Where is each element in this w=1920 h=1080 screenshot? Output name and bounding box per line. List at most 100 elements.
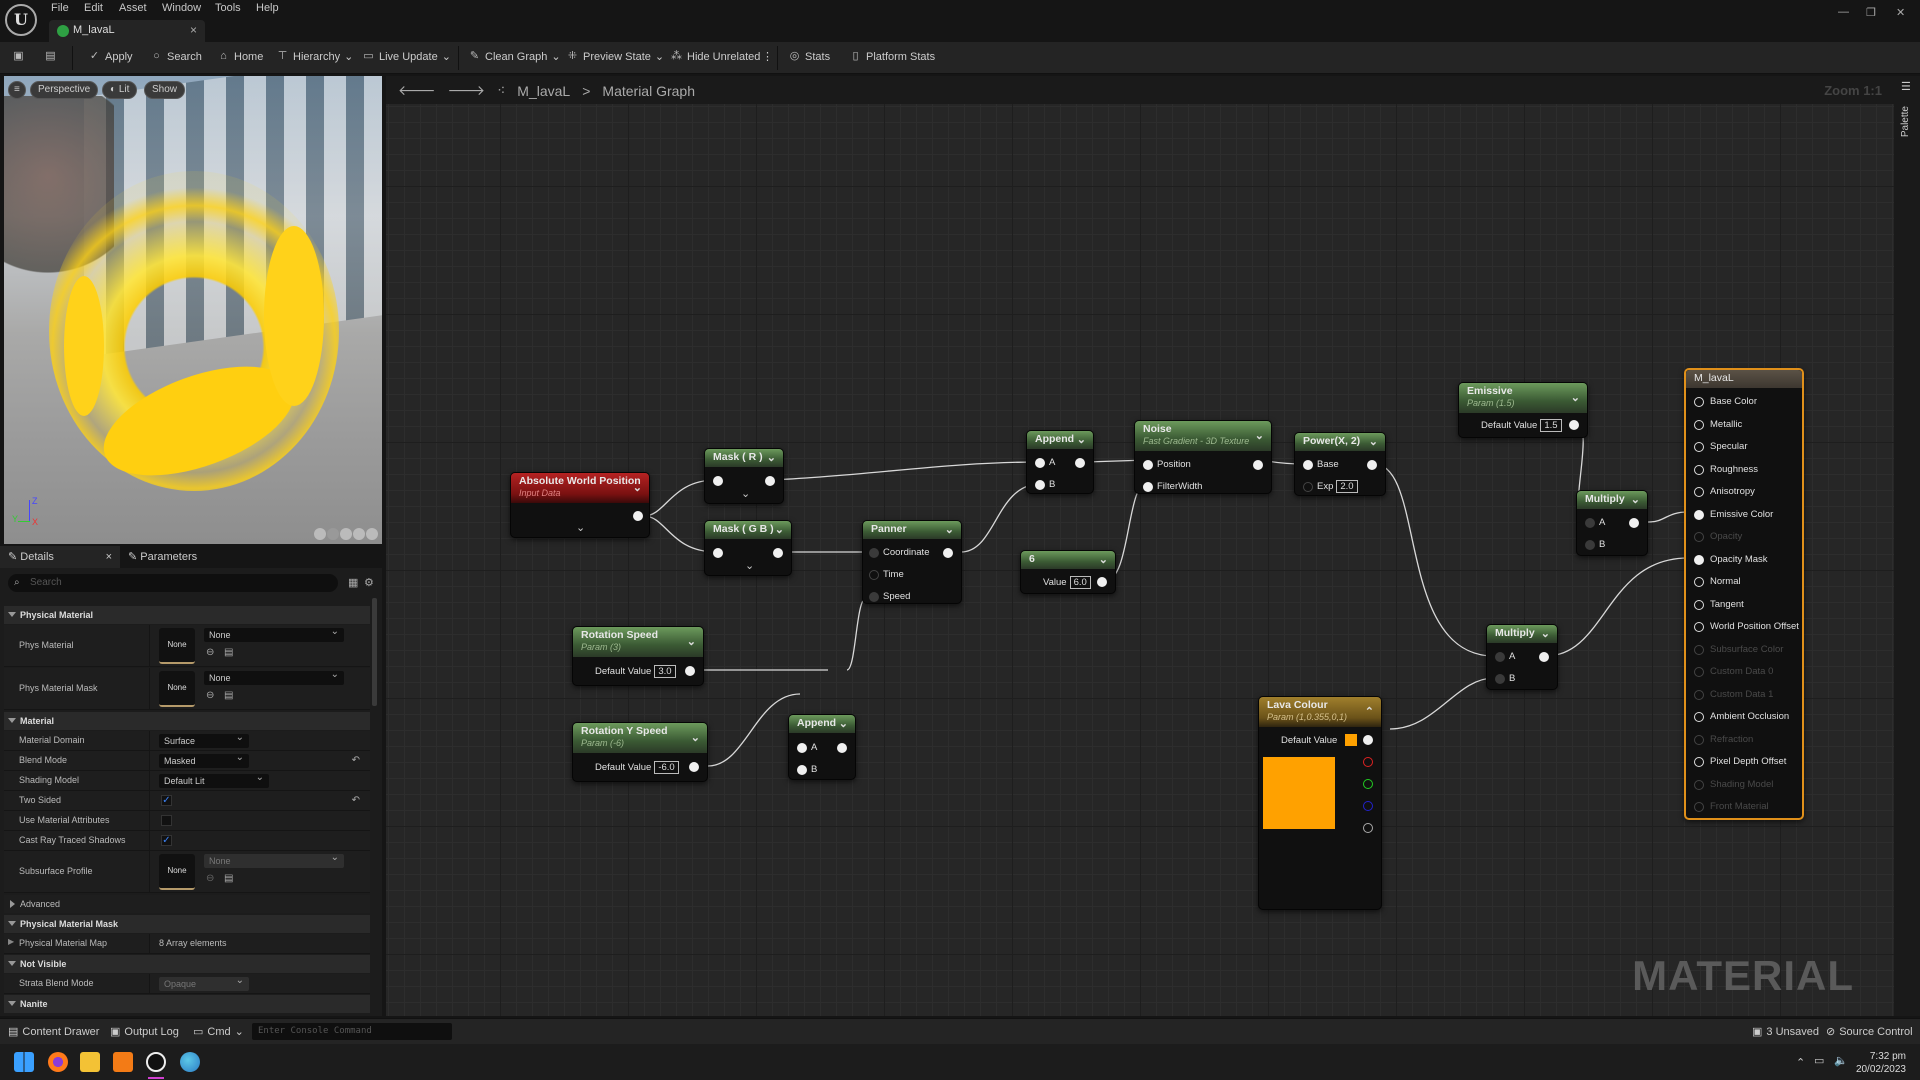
input-pin-a[interactable] [797,743,807,753]
output-pin[interactable] [1539,652,1549,662]
node-power[interactable]: Power(X, 2) ⌄ Base Exp 2.0 [1294,432,1386,496]
node-material-output[interactable]: M_lavaL Base Color Metallic Specular Roughn… [1684,368,1804,820]
input-pin[interactable] [1694,397,1704,407]
two-sided-checkbox[interactable]: ✓ [161,795,172,806]
chevron-down-icon[interactable]: ⌄ [945,523,954,536]
node-lava-colour[interactable]: Lava Colour Param (1,0.355,0,1) ⌃ Defaul… [1258,696,1382,910]
chevron-down-icon[interactable]: ⌄ [633,481,642,494]
input-pin[interactable] [1694,554,1704,565]
minimize-button[interactable]: — [1838,6,1849,18]
close-tab-icon[interactable]: × [106,546,112,568]
section-physical-material-mask[interactable]: Physical Material Mask [4,915,370,933]
output-pin[interactable] [1367,460,1377,470]
node-multiply[interactable]: Multiply ⌄ A B [1486,624,1558,690]
menu-file[interactable]: File [51,2,69,14]
input-pin-a[interactable] [1035,458,1045,468]
cast-ray-traced-shadows-checkbox[interactable]: ✓ [161,835,172,846]
tab-parameters[interactable]: ✎ Parameters [128,546,197,568]
document-tab[interactable]: M_lavaL × [49,20,205,42]
tab-details[interactable]: ✎ Details × [0,546,120,568]
menu-help[interactable]: Help [256,2,279,14]
exp-value-input[interactable]: 2.0 [1336,480,1358,493]
chevron-down-icon[interactable]: ⌄ [1099,553,1108,566]
input-pin[interactable] [1694,644,1704,655]
home-button[interactable]: ⌂ Home [217,50,263,63]
unreal-engine-taskbar-icon[interactable] [146,1052,166,1072]
live-update-button[interactable]: ▭ Live Update ⌄ [362,50,451,63]
menu-asset[interactable]: Asset [119,2,147,14]
input-pin[interactable] [1694,622,1704,632]
output-pin-b[interactable] [1363,801,1373,811]
node-mask-r[interactable]: Mask ( R ) ⌄ ⌄ [704,448,784,504]
reset-to-default-icon[interactable]: ↶ [352,755,360,766]
cube-preview-icon[interactable] [353,528,365,540]
source-control-button[interactable]: ⊘ Source Control [1826,1025,1913,1039]
expand-chevron-icon[interactable]: ⌄ [745,559,754,572]
palette-tab[interactable]: Palette [1900,106,1911,137]
hide-unrelated-button[interactable]: ⁂ Hide Unrelated [670,50,760,63]
cmd-dropdown[interactable]: ▭ Cmd ⌄ [193,1025,244,1039]
restore-button[interactable]: ❐ [1866,6,1876,19]
output-log-button[interactable]: ▣ Output Log [110,1025,179,1039]
sphere-preview-icon[interactable] [327,528,339,540]
use-material-attributes-checkbox[interactable] [161,815,172,826]
input-pin[interactable] [1694,442,1704,452]
subsurface-profile-dropdown[interactable]: None [204,851,344,868]
details-search-input[interactable]: ⌕ Search [8,574,338,592]
output-pin[interactable] [633,511,643,521]
chevron-down-icon[interactable]: ⌄ [1369,435,1378,448]
node-multiply[interactable]: Multiply ⌄ A B [1576,490,1648,556]
firefox-icon[interactable] [48,1052,68,1072]
browse-asset-icon[interactable]: ▤ [224,873,233,884]
phys-material-dropdown[interactable]: None [204,625,344,642]
output-pin-r[interactable] [1363,757,1373,767]
use-selected-icon[interactable]: ⊖ [206,873,214,884]
value-input[interactable]: 6.0 [1069,576,1091,589]
browse-asset-icon[interactable]: ▤ [224,690,233,701]
preview-viewport[interactable]: ≡ Perspective ◐ Lit Show Z Y X [4,76,382,544]
output-pin[interactable] [1253,460,1263,470]
palette-sidebar[interactable]: ☰ Palette [1894,76,1920,1016]
console-input[interactable]: Enter Console Command [252,1023,452,1040]
phys-material-mask-thumbnail[interactable]: None [159,671,195,707]
perspective-button[interactable]: Perspective [30,81,99,99]
hierarchy-button[interactable]: ⊤ Hierarchy ⌄ [276,50,354,63]
chevron-up-icon[interactable]: ⌃ [1365,705,1374,718]
input-pin-exp[interactable] [1303,482,1313,492]
default-value-input[interactable]: 3.0 [654,665,676,678]
output-pin[interactable] [773,548,783,558]
network-icon[interactable]: ▭ [1814,1054,1824,1067]
subsurface-profile-thumbnail[interactable]: None [159,854,195,890]
volume-icon[interactable]: 🔈 [1834,1054,1848,1067]
node-noise[interactable]: Noise Fast Gradient - 3D Texture ⌄ Posit… [1134,420,1272,494]
clean-graph-button[interactable]: ✎ Clean Graph ⌄ [468,50,561,63]
node-append[interactable]: Append ⌄ A B [1026,430,1094,494]
browse-button[interactable]: ▤ [44,50,57,63]
chevron-down-icon[interactable]: ⌄ [1541,627,1550,640]
section-not-visible[interactable]: Not Visible [4,955,370,973]
input-pin-b[interactable] [1035,480,1045,490]
use-selected-icon[interactable]: ⊖ [206,690,214,701]
color-swatch-small[interactable] [1345,734,1357,746]
browse-asset-icon[interactable]: ▤ [224,647,233,658]
output-pin[interactable] [1569,420,1579,430]
chevron-down-icon[interactable]: ⌄ [687,635,696,648]
menu-window[interactable]: Window [162,2,201,14]
input-pin[interactable] [713,548,723,558]
color-preview-swatch[interactable] [1263,757,1335,829]
paint-icon[interactable] [180,1052,200,1072]
stats-button[interactable]: ◎ Stats [788,50,830,63]
preview-state-button[interactable]: ⁜ Preview State ⌄ [566,50,664,63]
input-pin-speed[interactable] [869,592,879,602]
node-append[interactable]: Append ⌄ A B [788,714,856,780]
node-rotation-speed[interactable]: Rotation Speed Param (3) ⌄ Default Value… [572,626,704,686]
node-mask-gb[interactable]: Mask ( G B ) ⌄ ⌄ [704,520,792,576]
menu-tools[interactable]: Tools [215,2,241,14]
output-pin-g[interactable] [1363,779,1373,789]
default-value-input[interactable]: -6.0 [654,761,679,774]
node-emissive[interactable]: Emissive Param (1.5) ⌄ Default Value 1.5 [1458,382,1588,438]
mesh-preview-icon[interactable] [366,528,378,540]
output-pin[interactable] [1097,577,1107,587]
expand-chevron-icon[interactable]: ⌄ [576,521,585,534]
input-pin-a[interactable] [1495,652,1505,662]
